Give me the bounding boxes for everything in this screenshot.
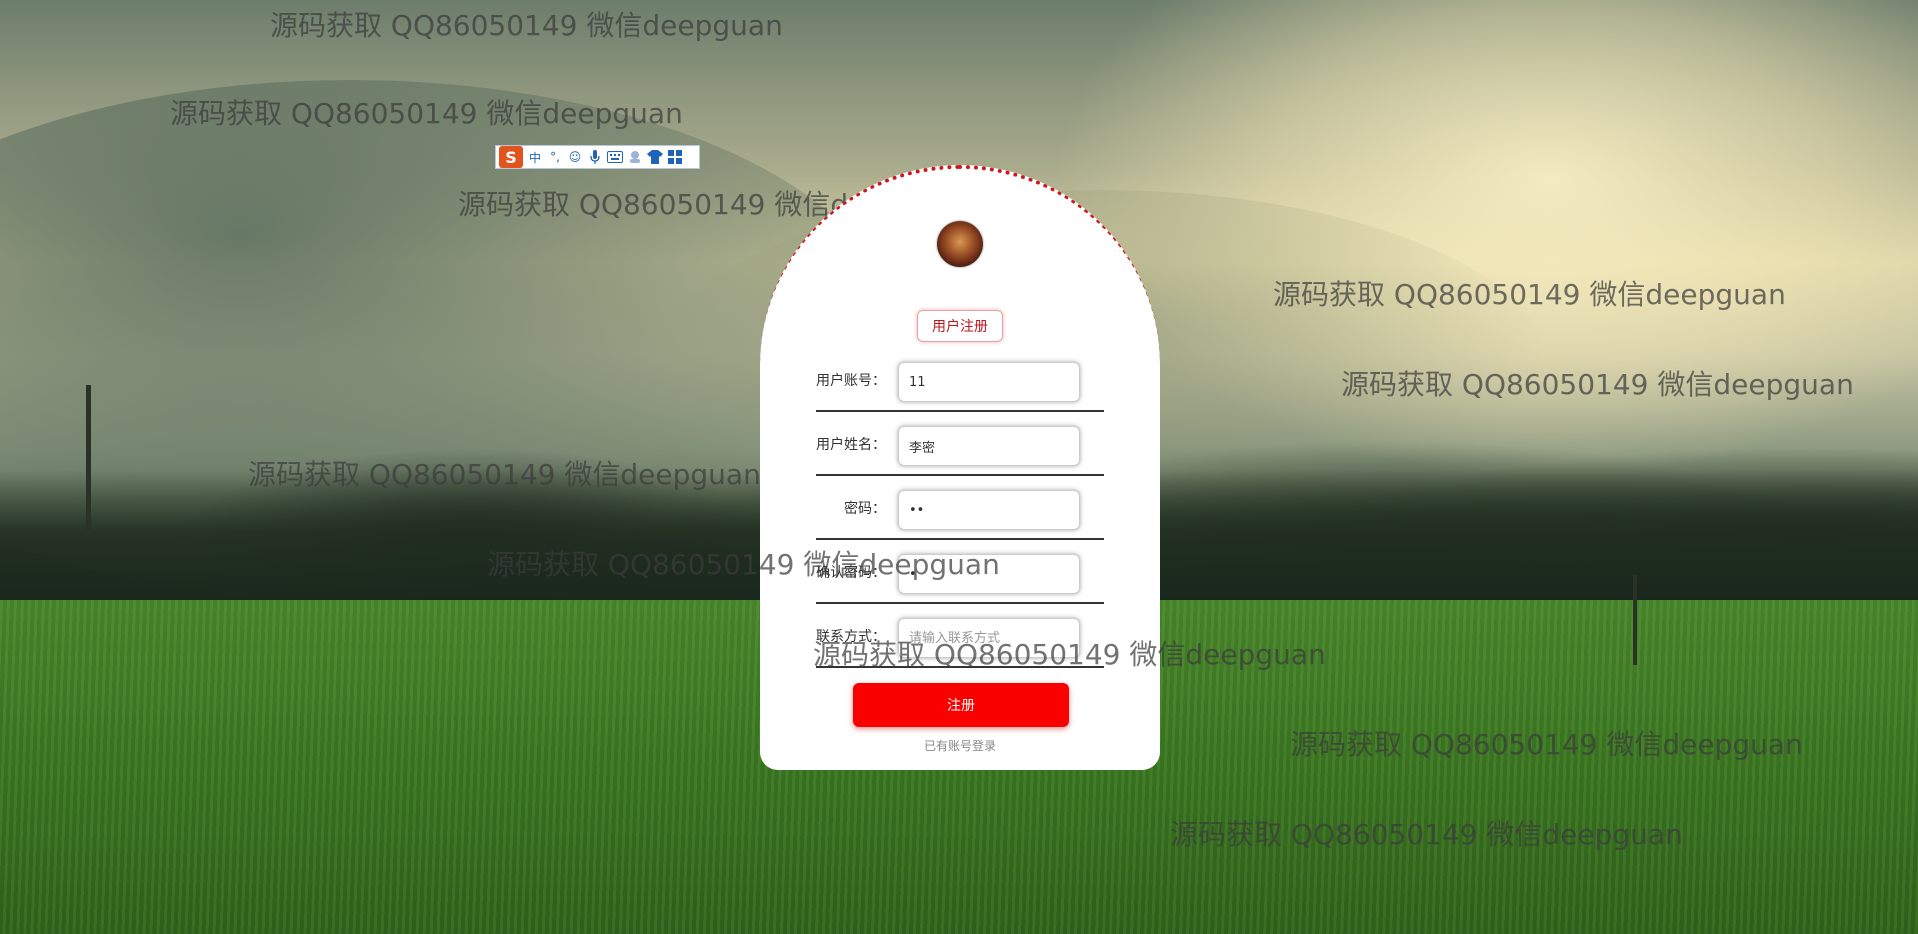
microphone-icon[interactable] <box>587 149 603 165</box>
watermark: 源码获取 QQ86050149 微信deepguan <box>813 638 1326 671</box>
register-button[interactable]: 注册 <box>853 683 1069 727</box>
watermark: 源码获取 QQ86050149 微信deepguan <box>1341 368 1854 401</box>
ime-toolbar[interactable]: S 中 °, ☺ <box>495 145 700 169</box>
password-input[interactable] <box>898 490 1080 530</box>
password-row: 密码： <box>816 480 1104 540</box>
watermark: 源码获取 QQ86050149 微信deepguan <box>270 9 783 42</box>
skin-icon[interactable] <box>647 149 663 165</box>
name-input[interactable] <box>898 426 1080 466</box>
watermark: 源码获取 QQ86050149 微信deepguan <box>248 458 761 491</box>
name-row: 用户姓名： <box>816 416 1104 476</box>
avatar <box>937 221 983 267</box>
utility-pole-left <box>86 385 91 530</box>
account-input[interactable] <box>898 362 1080 402</box>
register-card: 用户注册 用户账号： 用户姓名： 密码： 确认密码： 联系方式： 注册 已有账号… <box>760 165 1160 770</box>
keyboard-icon[interactable] <box>607 149 623 165</box>
handwriting-icon[interactable] <box>627 149 643 165</box>
chinese-mode-icon[interactable]: 中 <box>527 149 543 165</box>
watermark: 源码获取 QQ86050149 微信deepguan <box>1273 278 1786 311</box>
sogou-logo-icon[interactable]: S <box>499 146 523 168</box>
form-title: 用户注册 <box>917 310 1003 342</box>
watermark: 源码获取 QQ86050149 微信deepguan <box>487 548 1000 581</box>
account-label: 用户账号： <box>816 372 886 389</box>
password-label: 密码： <box>844 500 886 517</box>
watermark: 源码获取 QQ86050149 微信deepguan <box>1290 728 1803 761</box>
emoji-icon[interactable]: ☺ <box>567 149 583 165</box>
toolbox-icon[interactable] <box>667 149 683 165</box>
account-row: 用户账号： <box>816 352 1104 412</box>
punctuation-icon[interactable]: °, <box>547 149 563 165</box>
name-label: 用户姓名： <box>816 436 886 453</box>
watermark: 源码获取 QQ86050149 微信deepguan <box>1170 818 1683 851</box>
watermark: 源码获取 QQ86050149 微信deepguan <box>170 97 683 130</box>
utility-pole-right <box>1633 575 1637 665</box>
login-link[interactable]: 已有账号登录 <box>760 737 1160 754</box>
